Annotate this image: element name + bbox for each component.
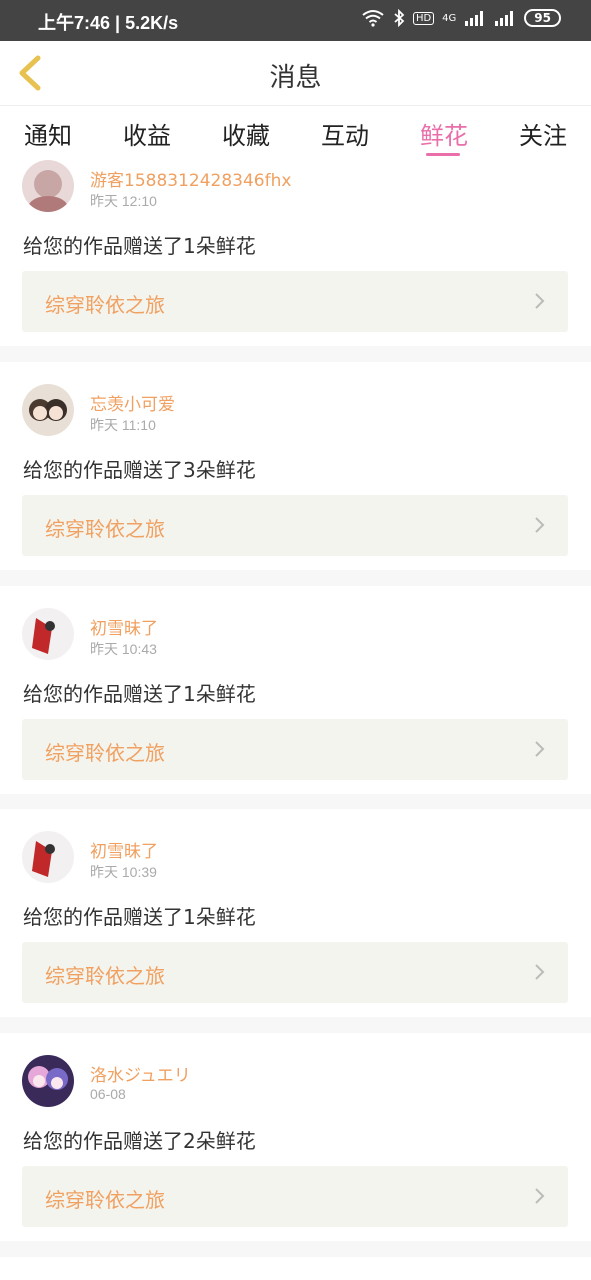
work-link[interactable]: 综穿聆依之旅 [22, 495, 568, 556]
message-text: 给您的作品赠送了1朵鲜花 [23, 905, 256, 929]
work-link[interactable]: 综穿聆依之旅 [22, 942, 568, 1003]
message-text: 给您的作品赠送了1朵鲜花 [23, 682, 256, 706]
active-tab-indicator [426, 153, 460, 156]
status-time: 上午7:46 | 5.2K/s [38, 13, 179, 33]
tab-earnings[interactable]: 收益 [123, 116, 171, 151]
work-link[interactable]: 综穿聆依之旅 [22, 719, 568, 780]
hd-icon: HD [412, 11, 435, 25]
list-item: 洛水ジュエリ 06-08 给您的作品赠送了2朵鲜花 综穿聆依之旅 [0, 1033, 591, 1241]
user-name[interactable]: 游客1588312428346fhx [90, 166, 291, 191]
wifi-icon [362, 10, 384, 27]
avatar[interactable] [22, 608, 74, 660]
work-title: 综穿聆依之旅 [45, 517, 165, 541]
user-name[interactable]: 洛水ジュエリ [90, 1061, 191, 1086]
tab-interactions[interactable]: 互动 [321, 116, 369, 151]
work-link[interactable]: 综穿聆依之旅 [22, 1166, 568, 1227]
network-type-label: 4G [442, 12, 457, 24]
message-time: 昨天 10:43 [90, 641, 157, 657]
chevron-right-icon [535, 1188, 545, 1204]
list-item: 初雪昧了 昨天 10:43 给您的作品赠送了1朵鲜花 综穿聆依之旅 [0, 586, 591, 794]
status-icons: HD 4G 95 [361, 9, 561, 27]
avatar[interactable] [22, 160, 74, 212]
message-text: 给您的作品赠送了1朵鲜花 [23, 234, 256, 258]
work-title: 综穿聆依之旅 [45, 741, 165, 765]
page-title: 消息 [269, 63, 322, 93]
chevron-right-icon [535, 964, 545, 980]
user-name[interactable]: 忘羡小可爱 [90, 390, 175, 415]
message-text: 给您的作品赠送了2朵鲜花 [23, 1129, 256, 1153]
list-item: 游客1588312428346fhx 昨天 12:10 给您的作品赠送了1朵鲜花… [0, 160, 591, 346]
tab-favorites[interactable]: 收藏 [222, 116, 270, 151]
chevron-right-icon [535, 293, 545, 309]
top-bar: 消息 [0, 41, 591, 106]
tab-notifications[interactable]: 通知 [24, 116, 72, 151]
chevron-right-icon [535, 741, 545, 757]
message-time: 06-08 [90, 1086, 126, 1102]
signal-icon-2 [495, 11, 514, 26]
work-title: 综穿聆依之旅 [45, 1188, 165, 1212]
avatar[interactable] [22, 831, 74, 883]
user-name[interactable]: 初雪昧了 [90, 614, 158, 639]
tab-follows[interactable]: 关注 [519, 116, 567, 151]
avatar[interactable] [22, 1055, 74, 1107]
message-time: 昨天 11:10 [90, 417, 156, 433]
status-bar: 上午7:46 | 5.2K/s HD 4G 95 [0, 0, 591, 41]
chevron-right-icon [535, 517, 545, 533]
message-text: 给您的作品赠送了3朵鲜花 [23, 458, 256, 482]
list-item: 忘羡小可爱 昨天 11:10 给您的作品赠送了3朵鲜花 综穿聆依之旅 [0, 362, 591, 570]
message-time: 昨天 12:10 [90, 193, 157, 209]
bluetooth-icon [394, 9, 405, 27]
work-title: 综穿聆依之旅 [45, 964, 165, 988]
list-item-partial [0, 1257, 591, 1280]
tab-bar: 通知 收益 收藏 互动 鲜花 关注 [0, 106, 591, 160]
tab-flowers[interactable]: 鲜花 [420, 116, 468, 151]
work-title: 综穿聆依之旅 [45, 293, 165, 317]
message-time: 昨天 10:39 [90, 864, 157, 880]
battery-indicator: 95 [524, 9, 561, 27]
avatar[interactable] [22, 384, 74, 436]
work-link[interactable]: 综穿聆依之旅 [22, 271, 568, 332]
list-item: 初雪昧了 昨天 10:39 给您的作品赠送了1朵鲜花 综穿聆依之旅 [0, 809, 591, 1017]
user-name[interactable]: 初雪昧了 [90, 837, 158, 862]
signal-icon [465, 11, 484, 26]
